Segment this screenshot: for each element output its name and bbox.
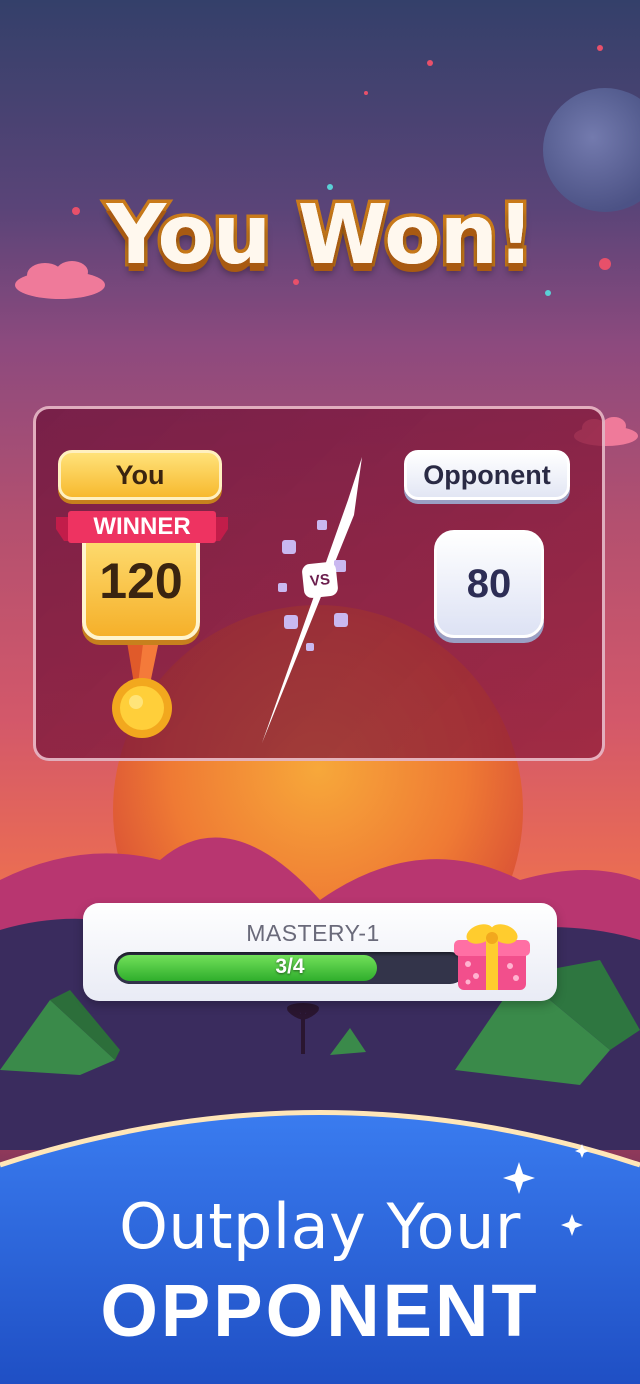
promo-headline: OPPONENT (100, 1269, 540, 1352)
mastery-progress-text: 3/4 (275, 955, 305, 978)
vs-slash (262, 457, 362, 743)
player-label: You (58, 450, 222, 500)
winner-badge: WINNER (93, 513, 191, 540)
gift-box-icon[interactable] (452, 918, 532, 994)
vs-badge: VS (301, 561, 339, 599)
gold-medal-icon (112, 636, 172, 738)
player-score: 120 (99, 553, 183, 609)
promo-tagline: Outplay Your (119, 1190, 521, 1263)
opponent-label: Opponent (404, 450, 570, 500)
you-won-title: You Won! (106, 188, 535, 283)
opponent-score: 80 (434, 530, 544, 638)
